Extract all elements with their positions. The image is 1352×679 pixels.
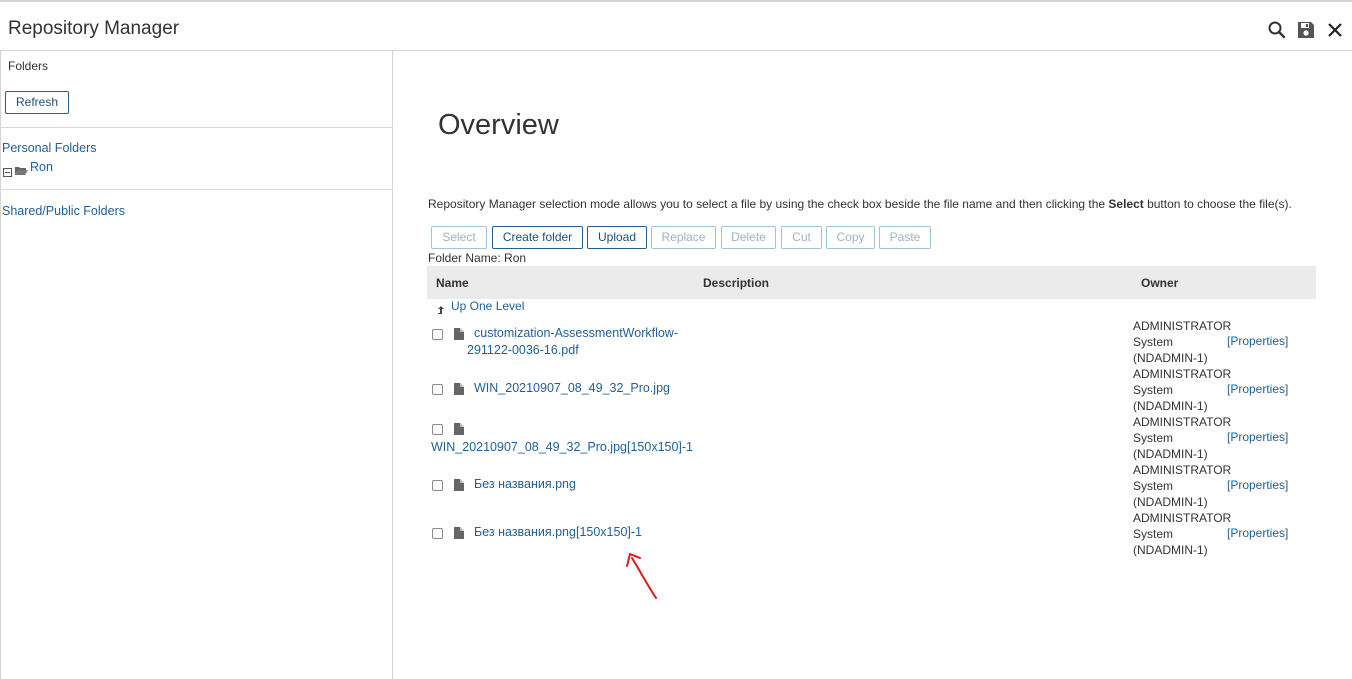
table-header: Name Description Owner [427,266,1316,299]
folders-sidebar: Folders Refresh Personal Folders Ron Sha… [0,51,393,679]
app-title: Repository Manager [8,18,180,39]
file-link[interactable]: WIN_20210907_08_49_32_Pro.jpg[150x150]-1 [431,440,693,454]
up-arrow-icon [437,303,445,314]
owner-cell: ADMINISTRATOR System (NDADMIN-1) [1133,367,1232,413]
paste-button[interactable]: Paste [879,226,931,249]
copy-button[interactable]: Copy [826,226,875,249]
main-panel: Overview Repository Manager selection mo… [393,51,1352,679]
folders-label: Folders [8,59,49,73]
row-checkbox[interactable] [432,384,443,395]
up-one-level-link[interactable]: Up One Level [451,299,524,313]
window-titlebar: Repository Manager [0,0,1352,51]
owner-cell: ADMINISTRATOR System (NDADMIN-1) [1133,415,1232,461]
sidebar-divider [1,189,393,190]
properties-link[interactable]: [Properties] [1227,382,1288,396]
shared-folders-link[interactable]: Shared/Public Folders [2,204,125,218]
file-icon [454,479,464,491]
save-icon[interactable] [1296,20,1316,40]
column-header-name[interactable]: Name [436,276,469,290]
file-link[interactable]: WIN_20210907_08_49_32_Pro.jpg [474,381,670,395]
create-folder-button[interactable]: Create folder [492,226,583,249]
file-link[interactable]: Без названия.png [474,477,576,491]
annotation-arrow-icon [626,553,657,599]
row-checkbox[interactable] [432,528,443,539]
owner-cell: ADMINISTRATOR System (NDADMIN-1) [1133,463,1232,509]
properties-link[interactable]: [Properties] [1227,478,1288,492]
replace-button[interactable]: Replace [651,226,716,249]
file-icon [454,328,464,340]
select-button[interactable]: Select [431,226,487,249]
row-checkbox[interactable] [432,329,443,340]
personal-folders-link[interactable]: Personal Folders [2,141,97,155]
properties-link[interactable]: [Properties] [1227,334,1288,348]
owner-cell: ADMINISTRATOR System (NDADMIN-1) [1133,319,1232,365]
file-icon [454,383,464,395]
column-header-owner[interactable]: Owner [1141,276,1178,290]
file-link[interactable]: 291122-0036-16.pdf [467,343,579,357]
folder-open-icon [15,163,28,175]
column-header-description[interactable]: Description [703,276,769,290]
row-checkbox[interactable] [432,480,443,491]
tree-item-ron[interactable]: Ron [30,160,53,174]
file-icon [454,527,464,539]
upload-button[interactable]: Upload [587,226,647,249]
close-icon[interactable] [1325,20,1345,40]
search-icon[interactable] [1267,20,1287,40]
folder-name-label: Folder Name: Ron [428,251,527,265]
file-link[interactable]: customization-AssessmentWorkflow- [474,326,678,340]
file-link[interactable]: Без названия.png[150x150]-1 [474,525,642,539]
properties-link[interactable]: [Properties] [1227,430,1288,444]
cut-button[interactable]: Cut [781,226,822,249]
file-icon [454,423,464,435]
sidebar-divider [1,127,393,128]
owner-cell: ADMINISTRATOR System (NDADMIN-1) [1133,511,1232,557]
refresh-button[interactable]: Refresh [5,91,69,114]
properties-link[interactable]: [Properties] [1227,526,1288,540]
delete-button[interactable]: Delete [721,226,776,249]
page-title: Overview [438,109,559,141]
minus-square-icon[interactable] [3,164,12,177]
row-checkbox[interactable] [432,424,443,435]
intro-text: Repository Manager selection mode allows… [428,197,1292,211]
